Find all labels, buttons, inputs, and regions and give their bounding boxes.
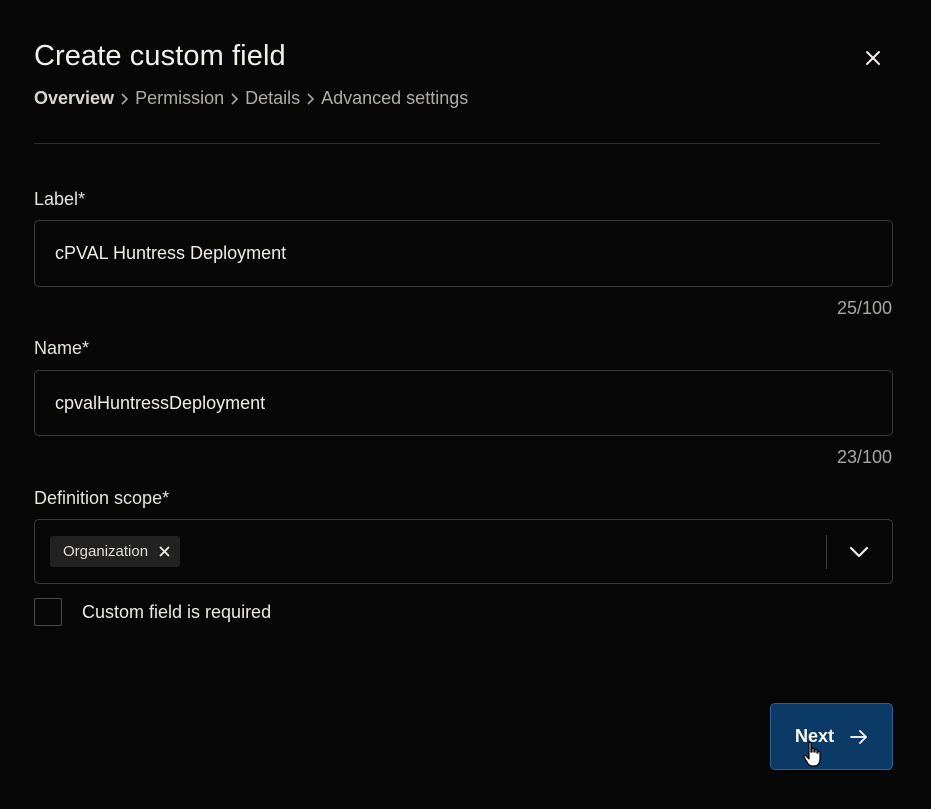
name-input[interactable] bbox=[34, 370, 893, 436]
breadcrumb-details[interactable]: Details bbox=[245, 88, 300, 109]
dropdown-toggle[interactable] bbox=[847, 540, 871, 564]
remove-chip-button[interactable] bbox=[159, 546, 170, 557]
label-char-counter: 25/100 bbox=[836, 298, 892, 318]
close-icon bbox=[159, 546, 170, 557]
arrow-right-icon bbox=[850, 729, 868, 744]
close-button[interactable] bbox=[858, 43, 888, 73]
required-checkbox[interactable] bbox=[34, 598, 62, 626]
dialog-title: Create custom field bbox=[34, 40, 286, 72]
name-field-label: Name* bbox=[34, 338, 90, 358]
required-checkbox-label[interactable]: Custom field is required bbox=[82, 602, 271, 623]
name-char-counter: 23/100 bbox=[836, 447, 892, 467]
scope-chip-organization: Organization bbox=[50, 536, 181, 567]
chevron-right-icon bbox=[306, 92, 315, 105]
breadcrumb-overview[interactable]: Overview bbox=[34, 88, 114, 109]
breadcrumb: Overview Permission Details Advanced set… bbox=[34, 88, 468, 109]
select-divider bbox=[826, 535, 827, 569]
chevron-down-icon bbox=[849, 546, 869, 558]
breadcrumb-advanced-settings[interactable]: Advanced settings bbox=[321, 88, 468, 109]
chevron-right-icon bbox=[230, 92, 239, 105]
next-button[interactable]: Next bbox=[770, 703, 893, 770]
definition-scope-select[interactable]: Organization bbox=[34, 519, 893, 584]
label-field-label: Label* bbox=[34, 189, 86, 209]
label-input[interactable] bbox=[34, 220, 893, 287]
definition-scope-label: Definition scope* bbox=[34, 488, 170, 508]
chevron-right-icon bbox=[120, 92, 129, 105]
next-button-label: Next bbox=[794, 726, 834, 746]
header-divider bbox=[34, 143, 880, 144]
breadcrumb-permission[interactable]: Permission bbox=[135, 88, 224, 109]
scope-chip-label: Organization bbox=[63, 543, 149, 560]
create-custom-field-dialog: Create custom field Overview Permission … bbox=[0, 0, 931, 809]
close-icon bbox=[866, 51, 880, 65]
